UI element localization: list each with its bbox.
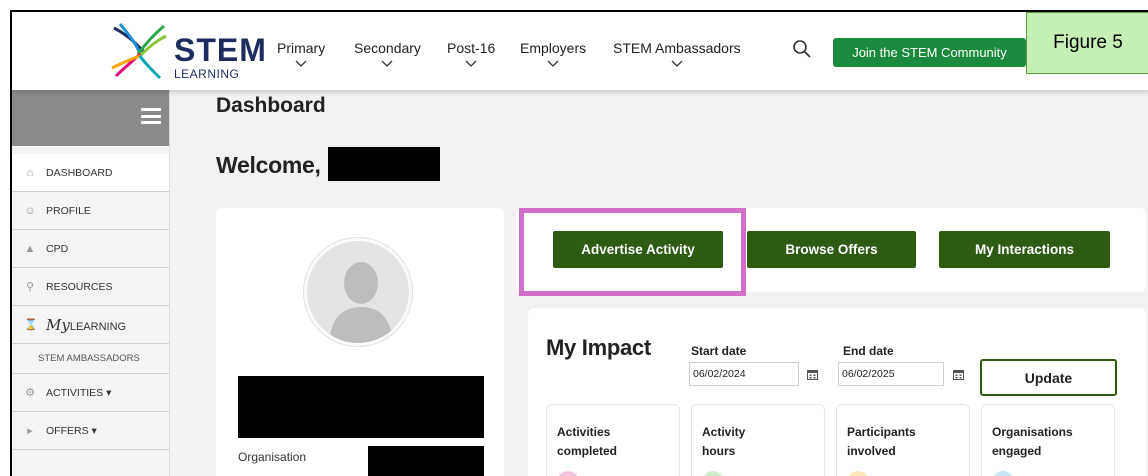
stat-card-organisations[interactable]: Organisations engaged bbox=[981, 404, 1115, 476]
nav-item-label: Post-16 bbox=[447, 40, 496, 56]
sidebar-item-mylearning[interactable]: ⌛ MyLEARNING bbox=[12, 306, 169, 344]
chevron-down-icon bbox=[671, 60, 683, 67]
sidebar-item-offers[interactable]: ▸ OFFERS ▾ bbox=[12, 412, 169, 450]
home-icon: ⌂ bbox=[26, 166, 34, 179]
graduation-cap-icon: ▲ bbox=[24, 242, 36, 255]
sidebar-item-label: STEM AMBASSADORS bbox=[38, 353, 140, 364]
figure-label: Figure 5 bbox=[1026, 12, 1148, 74]
stat-label: hours bbox=[702, 444, 736, 458]
calendar-icon[interactable] bbox=[953, 369, 964, 380]
stat-label: completed bbox=[557, 444, 618, 458]
nav-item-label: Secondary bbox=[354, 40, 421, 56]
impact-title: My Impact bbox=[546, 335, 651, 360]
nav-item-employers[interactable]: Employers bbox=[520, 40, 586, 68]
brand-sub: LEARNING bbox=[174, 67, 240, 81]
nav-item-stem-ambassadors[interactable]: STEM Ambassadors bbox=[613, 40, 741, 68]
end-date-label: End date bbox=[843, 344, 894, 358]
nav-item-label: STEM Ambassadors bbox=[613, 40, 741, 56]
top-navigation: STEM LEARNING Primary Secondary Post-16 … bbox=[12, 12, 1148, 90]
stat-label: engaged bbox=[992, 444, 1042, 458]
chevron-down-icon bbox=[465, 60, 477, 67]
sidebar-item-label: DASHBOARD bbox=[46, 166, 113, 179]
nav-item-secondary[interactable]: Secondary bbox=[354, 40, 421, 68]
stat-label: Activities bbox=[557, 425, 611, 439]
chevron-down-icon bbox=[295, 60, 307, 67]
end-date-input[interactable]: 06/02/2025 bbox=[838, 362, 944, 386]
sidebar-item-label: LEARNING bbox=[69, 320, 127, 333]
redacted-profile-name bbox=[238, 376, 484, 438]
join-community-button[interactable]: Join the STEM Community bbox=[833, 38, 1026, 67]
mylearning-prefix: My bbox=[46, 315, 70, 334]
update-button[interactable]: Update bbox=[980, 359, 1117, 396]
calendar-icon[interactable] bbox=[807, 369, 818, 380]
sidebar-item-label: OFFERS ▾ bbox=[46, 424, 97, 437]
redacted-name bbox=[328, 147, 440, 181]
welcome-heading: Welcome, bbox=[216, 152, 321, 178]
gear-icon: ⚙ bbox=[25, 386, 35, 399]
start-date-label: Start date bbox=[691, 344, 747, 358]
stat-card-participants[interactable]: Participants involved bbox=[836, 404, 970, 476]
avatar[interactable] bbox=[304, 238, 412, 346]
start-date-input[interactable]: 06/02/2024 bbox=[689, 362, 799, 386]
end-date-value: 06/02/2025 bbox=[842, 368, 895, 380]
sidebar-item-label: ACTIVITIES ▾ bbox=[46, 386, 112, 399]
menu-icon[interactable] bbox=[141, 108, 161, 124]
sidebar-item-resources[interactable]: ⚲ RESOURCES bbox=[12, 268, 169, 306]
stat-icon bbox=[847, 471, 869, 476]
user-icon: ☺ bbox=[24, 204, 36, 217]
organisation-label: Organisation bbox=[238, 450, 307, 464]
stat-label: Participants bbox=[847, 425, 916, 439]
stat-icon bbox=[702, 471, 724, 476]
browse-offers-button[interactable]: Browse Offers bbox=[747, 231, 916, 268]
chevron-down-icon bbox=[382, 60, 393, 67]
start-date-value: 06/02/2024 bbox=[693, 368, 746, 380]
sidebar-header bbox=[12, 90, 169, 146]
sidebar-item-cpd[interactable]: ▲ CPD bbox=[12, 230, 169, 268]
hourglass-icon: ⌛ bbox=[24, 318, 38, 331]
stat-icon bbox=[992, 471, 1014, 476]
nav-item-label: Primary bbox=[277, 40, 326, 56]
sidebar-item-label: PROFILE bbox=[46, 204, 91, 217]
sidebar-item-label: RESOURCES bbox=[46, 280, 113, 293]
stat-card-activities[interactable]: Activities completed bbox=[546, 404, 680, 476]
sidebar-item-profile[interactable]: ☺ PROFILE bbox=[12, 192, 169, 230]
redacted-organisation bbox=[368, 446, 484, 476]
browser-frame: STEM LEARNING Primary Secondary Post-16 … bbox=[10, 10, 1148, 476]
stat-label: Activity bbox=[702, 425, 746, 439]
search-icon[interactable] bbox=[792, 39, 812, 59]
my-interactions-button[interactable]: My Interactions bbox=[939, 231, 1110, 268]
brand-name: STEM bbox=[174, 32, 267, 68]
stat-icon bbox=[557, 471, 579, 476]
highlight-box bbox=[519, 208, 746, 296]
nav-item-label: Employers bbox=[520, 40, 587, 56]
page-title: Dashboard bbox=[216, 94, 326, 117]
sidebar-item-activities[interactable]: ⚙ ACTIVITIES ▾ bbox=[12, 374, 169, 412]
megaphone-icon: ▸ bbox=[27, 424, 33, 437]
sidebar-item-label: CPD bbox=[46, 242, 69, 255]
chevron-down-icon bbox=[547, 60, 559, 67]
nav-item-post-16[interactable]: Post-16 bbox=[447, 40, 495, 68]
sidebar-item-stem-ambassadors[interactable]: STEM AMBASSADORS bbox=[12, 344, 169, 374]
stat-label: involved bbox=[847, 444, 896, 458]
stat-label: Organisations bbox=[992, 425, 1073, 439]
sidebar: ⌂ DASHBOARD ☺ PROFILE ▲ CPD ⚲ RESOURCES … bbox=[12, 90, 170, 476]
stat-card-hours[interactable]: Activity hours bbox=[691, 404, 825, 476]
search-icon: ⚲ bbox=[25, 280, 35, 293]
stem-logo-icon[interactable] bbox=[110, 22, 168, 80]
nav-item-primary[interactable]: Primary bbox=[277, 40, 325, 68]
sidebar-item-dashboard[interactable]: ⌂ DASHBOARD bbox=[12, 154, 169, 192]
